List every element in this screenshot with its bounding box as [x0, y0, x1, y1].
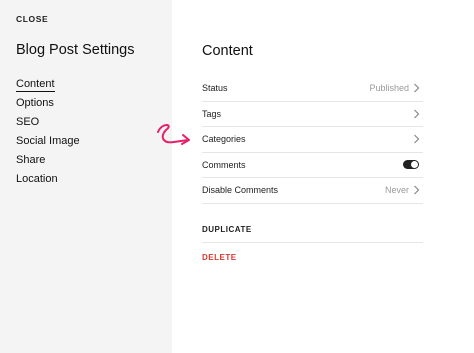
status-value: Published: [369, 83, 409, 94]
comments-right: [403, 153, 420, 178]
sidebar-item-label: Content: [16, 78, 55, 92]
comments-label: Comments: [202, 159, 246, 170]
comments-toggle[interactable]: [403, 160, 419, 170]
sidebar-item-seo[interactable]: SEO: [16, 116, 80, 135]
disable-comments-label: Disable Comments: [202, 185, 279, 196]
disable-comments-value: Never: [384, 185, 409, 196]
status-row[interactable]: Status Published: [202, 76, 423, 102]
sidebar-item-content[interactable]: Content: [16, 78, 80, 97]
sidebar-item-label: Social Image: [16, 135, 80, 147]
comments-row: Comments: [202, 153, 423, 178]
sidebar-item-share[interactable]: Share: [16, 154, 80, 173]
sidebar-item-social-image[interactable]: Social Image: [16, 135, 80, 154]
divider: [202, 242, 423, 243]
sidebar-item-label: Location: [16, 173, 58, 185]
sidebar-item-location[interactable]: Location: [16, 173, 80, 192]
tags-label: Tags: [202, 108, 222, 119]
sidebar-item-label: Share: [16, 154, 46, 166]
sidebar-item-label: Options: [16, 97, 54, 109]
main-panel: Content Status Published Tags Categories…: [172, 0, 474, 353]
categories-row[interactable]: Categories: [202, 127, 423, 153]
duplicate-button[interactable]: DUPLICATE: [202, 225, 252, 234]
sidebar-title: Blog Post Settings: [16, 42, 135, 58]
sidebar-nav: Content Options SEO Social Image Share L…: [16, 78, 80, 192]
chevron-right-icon: [414, 134, 420, 144]
chevron-right-icon: [414, 83, 420, 93]
sidebar-item-options[interactable]: Options: [16, 97, 80, 116]
tags-row[interactable]: Tags: [202, 102, 423, 127]
close-button[interactable]: CLOSE: [16, 14, 48, 24]
disable-comments-row[interactable]: Disable Comments Never: [202, 178, 423, 204]
sidebar: CLOSE Blog Post Settings Content Options…: [0, 0, 172, 353]
annotation-arrow-icon: [157, 124, 190, 145]
categories-label: Categories: [202, 134, 246, 145]
tags-right: [413, 102, 420, 127]
page-title: Content: [202, 43, 253, 59]
sidebar-item-label: SEO: [16, 116, 40, 128]
disable-comments-right: Never: [385, 178, 420, 203]
chevron-right-icon: [414, 185, 420, 195]
status-label: Status: [202, 83, 228, 94]
chevron-right-icon: [414, 109, 420, 119]
settings-list: Status Published Tags Categories Comment…: [202, 76, 423, 204]
status-right: Published: [369, 76, 420, 101]
categories-right: [413, 127, 420, 152]
delete-button[interactable]: DELETE: [202, 253, 237, 262]
